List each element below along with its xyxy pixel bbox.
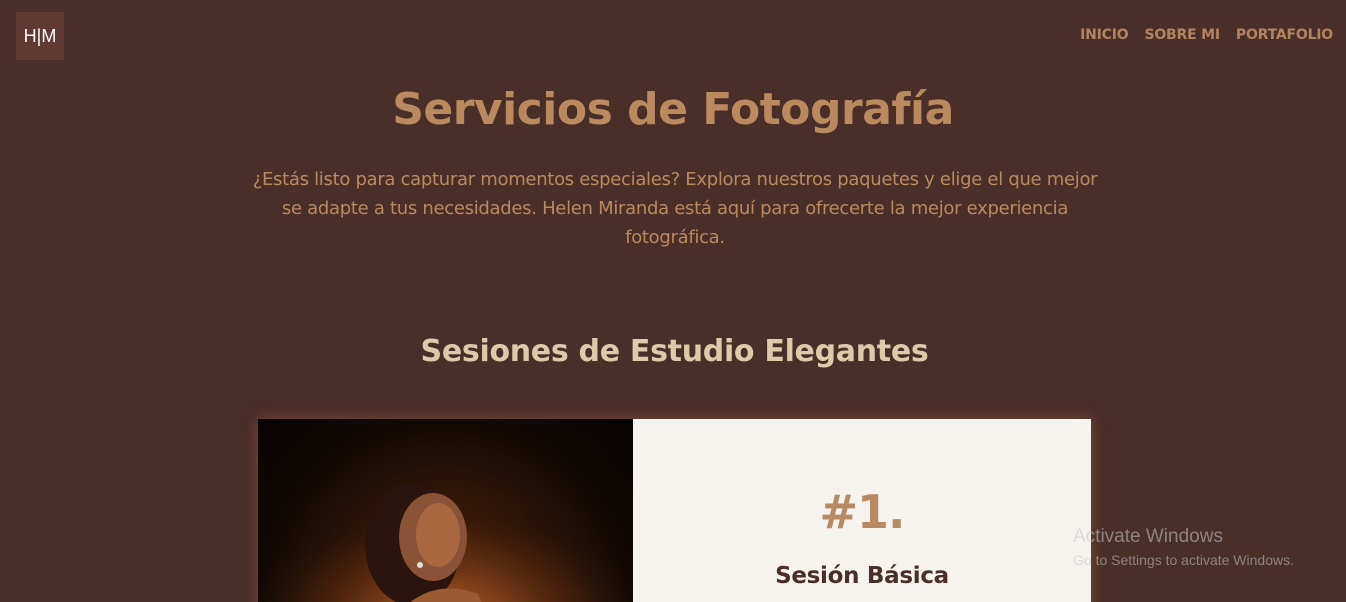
main-nav: INICIO SOBRE MI PORTAFOLIO xyxy=(1080,27,1333,43)
service-number: #1. xyxy=(819,485,905,539)
hero-text-line-3: fotográfica. xyxy=(625,227,725,248)
service-name: Sesión Básica xyxy=(775,563,949,589)
hero-text-line-2: se adapte a tus necesidades. Helen Miran… xyxy=(281,198,1069,219)
windows-activation-watermark: Activate Windows Go to Settings to activ… xyxy=(1073,526,1294,568)
hero-description: ¿Estás listo para capturar momentos espe… xyxy=(205,165,1145,252)
portrait-image xyxy=(258,419,633,602)
page-title: Servicios de Fotografía xyxy=(392,84,954,135)
nav-item-inicio[interactable]: INICIO xyxy=(1080,27,1129,43)
site-logo[interactable]: H|M xyxy=(16,12,64,60)
watermark-line-1: Activate Windows xyxy=(1073,526,1223,547)
service-card-body: #1. Sesión Básica xyxy=(633,419,1091,602)
section-title: Sesiones de Estudio Elegantes xyxy=(420,334,929,369)
watermark-line-2: Go to Settings to activate Windows. xyxy=(1073,552,1294,568)
service-card-photo xyxy=(258,419,633,602)
nav-item-sobre-mi[interactable]: SOBRE MI xyxy=(1144,27,1220,43)
service-card: #1. Sesión Básica xyxy=(258,419,1091,602)
hero-text-line-1: ¿Estás listo para capturar momentos espe… xyxy=(252,169,1098,190)
page: H|M INICIO SOBRE MI PORTAFOLIO Servicios… xyxy=(0,0,1346,602)
nav-item-portafolio[interactable]: PORTAFOLIO xyxy=(1236,27,1333,43)
logo-text: H|M xyxy=(23,25,57,46)
